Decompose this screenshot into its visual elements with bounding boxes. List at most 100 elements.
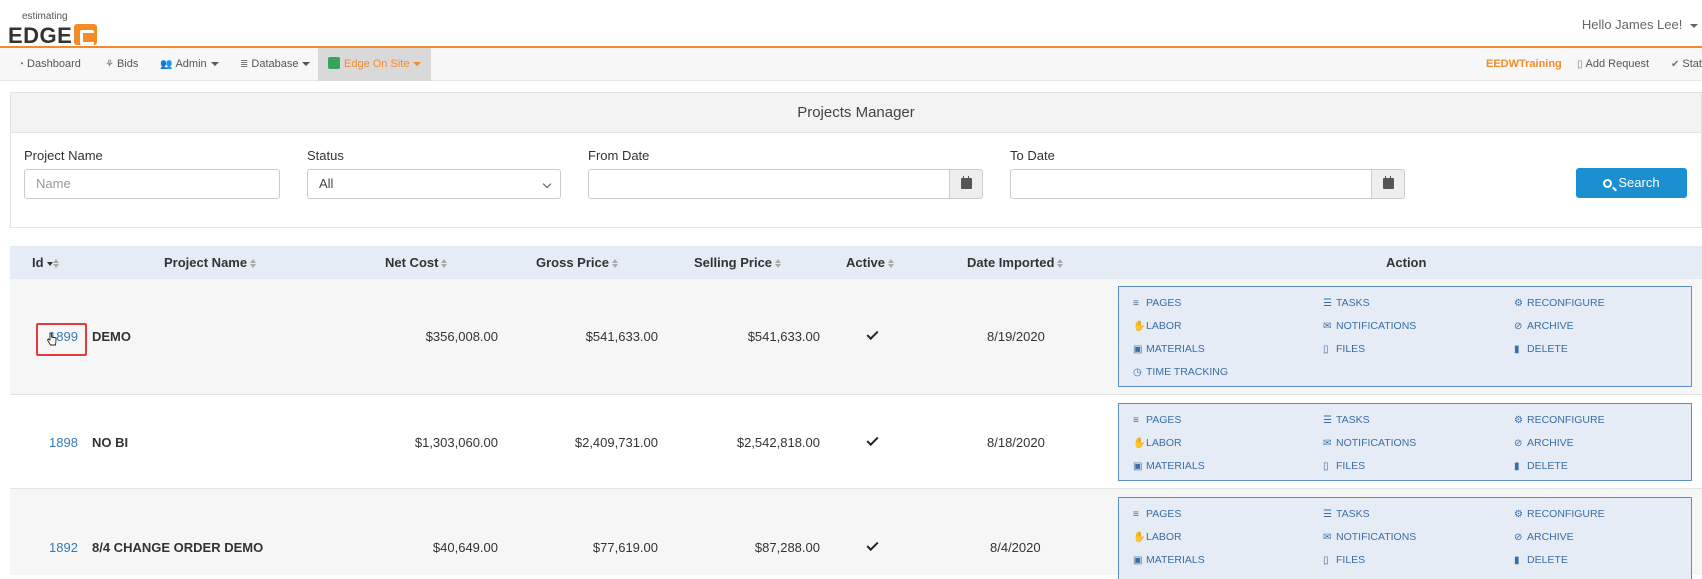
- user-greeting-menu[interactable]: Hello James Lee!: [1582, 17, 1698, 32]
- handshake-icon: ✋: [1133, 438, 1146, 449]
- nav-status-label: Stat: [1682, 58, 1702, 70]
- nav-database[interactable]: ≣ Database: [240, 48, 311, 81]
- action-archive-label: ARCHIVE: [1527, 320, 1574, 332]
- gross-price: $77,619.00: [592, 540, 658, 555]
- column-date-imported[interactable]: Date Imported: [967, 246, 1064, 279]
- action-tasks[interactable]: ☰ TASKS: [1323, 297, 1370, 309]
- nav-admin[interactable]: 👥 Admin: [160, 48, 219, 81]
- tasks-icon: ☰: [1323, 298, 1332, 309]
- status-select[interactable]: All: [307, 169, 561, 199]
- column-id[interactable]: Id: [32, 246, 59, 279]
- action-time-tracking[interactable]: ◷ TIME TRACKING: [1133, 366, 1228, 378]
- gross-price: $2,409,731.00: [574, 435, 658, 450]
- file-icon: ▯: [1323, 461, 1329, 472]
- from-date-input[interactable]: [588, 169, 950, 199]
- action-tasks-label: TASKS: [1336, 414, 1370, 426]
- file-icon: ▯: [1323, 344, 1329, 355]
- to-date-input[interactable]: [1010, 169, 1372, 199]
- action-materials[interactable]: ▣ MATERIALS: [1133, 343, 1205, 355]
- sort-icon: [52, 259, 59, 268]
- action-notifications[interactable]: ✉ NOTIFICATIONS: [1323, 320, 1416, 332]
- table-row: 1892 8/4 CHANGE ORDER DEMO $40,649.00 $7…: [10, 489, 1702, 579]
- highlight-annotation-box: [36, 323, 87, 356]
- action-reconfigure[interactable]: ⚙ RECONFIGURE: [1514, 414, 1605, 426]
- nav-bids[interactable]: ⚘ Bids: [105, 48, 138, 81]
- action-archive[interactable]: ⊘ ARCHIVE: [1514, 531, 1574, 543]
- column-id-label: Id: [32, 255, 44, 270]
- column-net-cost-label: Net Cost: [385, 255, 439, 270]
- action-delete[interactable]: ▮ DELETE: [1514, 343, 1568, 355]
- chevron-down-icon: [302, 62, 311, 67]
- action-reconfigure[interactable]: ⚙ RECONFIGURE: [1514, 297, 1605, 309]
- column-gross-price-label: Gross Price: [536, 255, 609, 270]
- sort-icon: [250, 259, 257, 268]
- column-net-cost[interactable]: Net Cost: [385, 246, 448, 279]
- hand-cursor-icon: [46, 332, 57, 346]
- action-tasks[interactable]: ☰ TASKS: [1323, 508, 1370, 520]
- from-date-calendar-button[interactable]: [949, 169, 983, 199]
- selling-price: $541,633.00: [747, 329, 820, 344]
- action-pages[interactable]: ≡ PAGES: [1133, 508, 1181, 520]
- nav-status[interactable]: ✔ Stat: [1671, 48, 1702, 81]
- action-files-label: FILES: [1336, 343, 1366, 355]
- action-delete-label: DELETE: [1527, 343, 1568, 355]
- document-icon: ▯: [1577, 59, 1583, 70]
- search-button[interactable]: Search: [1576, 168, 1687, 198]
- selling-price: $87,288.00: [754, 540, 820, 555]
- action-archive[interactable]: ⊘ ARCHIVE: [1514, 320, 1574, 332]
- action-pages[interactable]: ≡ PAGES: [1133, 297, 1181, 309]
- panel-title: Projects Manager: [11, 93, 1701, 133]
- calendar-icon: [961, 176, 972, 189]
- action-labor[interactable]: ✋LABOR: [1133, 320, 1182, 332]
- column-date-imported-label: Date Imported: [967, 255, 1055, 270]
- action-notifications[interactable]: ✉ NOTIFICATIONS: [1323, 531, 1416, 543]
- action-files[interactable]: ▯ FILES: [1323, 460, 1365, 472]
- action-labor[interactable]: ✋LABOR: [1133, 531, 1182, 543]
- column-gross-price[interactable]: Gross Price: [536, 246, 618, 279]
- action-archive[interactable]: ⊘ ARCHIVE: [1514, 437, 1574, 449]
- clock-icon: ◷: [1133, 367, 1142, 378]
- nav-dashboard[interactable]: ◔ Dashboard: [18, 48, 81, 81]
- action-materials[interactable]: ▣ MATERIALS: [1133, 460, 1205, 472]
- action-reconfigure-label: RECONFIGURE: [1527, 414, 1605, 426]
- project-name-label: Project Name: [24, 148, 103, 163]
- action-notifications-label: NOTIFICATIONS: [1336, 531, 1417, 543]
- action-labor[interactable]: ✋LABOR: [1133, 437, 1182, 449]
- search-button-label: Search: [1618, 175, 1660, 190]
- column-project-name[interactable]: Project Name: [164, 246, 257, 279]
- main-nav: ◔ Dashboard ⚘ Bids 👥 Admin ≣ Database Edge O…: [0, 48, 1702, 81]
- file-icon: ▯: [1323, 555, 1329, 566]
- project-id-link[interactable]: 1898: [49, 435, 78, 450]
- toolbox-icon: ▣: [1133, 461, 1143, 472]
- bids-icon: ⚘: [105, 59, 114, 70]
- nav-edge-on-site[interactable]: Edge On Site: [318, 48, 432, 81]
- nav-database-label: Database: [251, 58, 299, 70]
- table-row: 1898 NO BI $1,303,060.00 $2,409,731.00 $…: [10, 395, 1702, 489]
- date-imported: 8/18/2020: [987, 435, 1045, 450]
- project-id-link[interactable]: 1892: [49, 540, 78, 555]
- net-cost: $40,649.00: [432, 540, 498, 555]
- column-active[interactable]: Active: [846, 246, 895, 279]
- project-name-input[interactable]: Name: [24, 169, 280, 199]
- projects-filter-panel: Projects Manager Project Name Name Statu…: [10, 92, 1702, 228]
- action-tasks[interactable]: ☰ TASKS: [1323, 414, 1370, 426]
- action-files[interactable]: ▯ FILES: [1323, 343, 1365, 355]
- tasks-icon: ☰: [1323, 415, 1332, 426]
- action-materials-label: MATERIALS: [1146, 343, 1205, 355]
- to-date-calendar-button[interactable]: [1371, 169, 1405, 199]
- logo-text: EDGE: [8, 23, 73, 48]
- nav-add-request[interactable]: ▯ Add Request: [1577, 48, 1649, 81]
- action-pages[interactable]: ≡ PAGES: [1133, 414, 1181, 426]
- action-delete[interactable]: ▮ DELETE: [1514, 460, 1568, 472]
- trash-icon: ▮: [1514, 555, 1520, 566]
- action-reconfigure[interactable]: ⚙ RECONFIGURE: [1514, 508, 1605, 520]
- action-materials[interactable]: ▣ MATERIALS: [1133, 554, 1205, 566]
- action-notifications[interactable]: ✉ NOTIFICATIONS: [1323, 437, 1416, 449]
- action-delete[interactable]: ▮ DELETE: [1514, 554, 1568, 566]
- sort-icon: [888, 259, 895, 268]
- projects-table-header: Id Project Name Net Cost Gross Price Sel…: [10, 246, 1702, 279]
- nav-training-account[interactable]: EEDWTraining: [1486, 48, 1562, 81]
- gear-icon: ⚙: [1514, 509, 1523, 520]
- column-selling-price[interactable]: Selling Price: [694, 246, 782, 279]
- action-files[interactable]: ▯ FILES: [1323, 554, 1365, 566]
